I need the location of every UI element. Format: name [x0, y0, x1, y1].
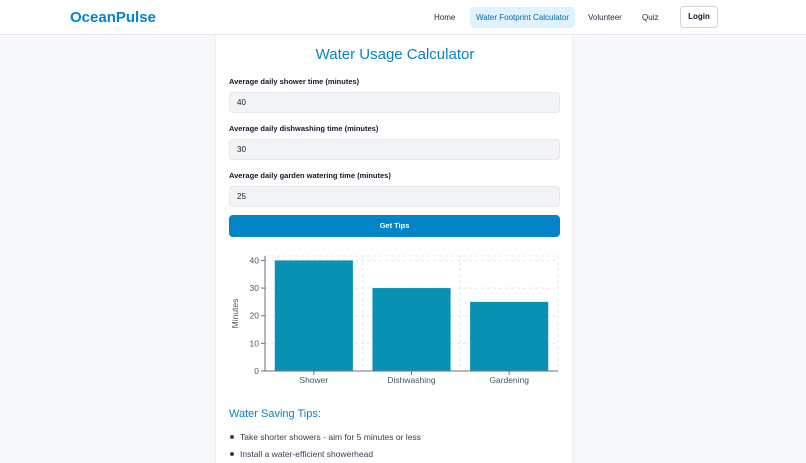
login-button[interactable]: Login	[680, 6, 718, 28]
x-tick-label: Shower	[299, 375, 328, 385]
tips-list: Take shorter showers - aim for 5 minutes…	[229, 432, 421, 463]
x-tick-label: Dishwashing	[387, 375, 435, 385]
y-tick-label: 10	[250, 338, 260, 348]
nav-home[interactable]: Home	[428, 7, 461, 28]
y-tick-label: 30	[250, 283, 260, 293]
bar-gardening	[470, 301, 549, 371]
garden-watering-time-input[interactable]: 25	[229, 186, 560, 207]
nav-quiz[interactable]: Quiz	[636, 7, 664, 28]
garden-watering-time-label: Average daily garden watering time (minu…	[229, 171, 391, 180]
y-axis-label: Minutes	[230, 299, 240, 329]
tips-heading: Water Saving Tips:	[229, 408, 321, 420]
calculator-card: Water Usage Calculator Average daily sho…	[215, 35, 573, 463]
page-title: Water Usage Calculator	[315, 46, 475, 63]
get-tips-button[interactable]: Get Tips	[229, 215, 560, 237]
bar-shower	[274, 260, 353, 371]
water-usage-bar-chart: 0 10 20 30 40 Shower Dishwashing Gardening Minut…	[230, 255, 559, 385]
nav-water-footprint-calculator[interactable]: Water Footprint Calculator	[470, 7, 576, 28]
y-tick-label: 20	[250, 311, 260, 321]
top-navbar: OceanPulse Home Water Footprint Calculat…	[0, 0, 806, 35]
nav-volunteer[interactable]: Volunteer	[582, 7, 628, 28]
tip-item: Take shorter showers - aim for 5 minutes…	[229, 432, 421, 449]
y-tick-label: 40	[250, 255, 260, 265]
dishwashing-time-label: Average daily dishwashing time (minutes)	[229, 124, 379, 133]
bar-dishwashing	[372, 288, 451, 371]
shower-time-label: Average daily shower time (minutes)	[229, 77, 360, 86]
x-tick-label: Gardening	[489, 375, 529, 385]
y-tick-label: 0	[254, 366, 259, 376]
dishwashing-time-input[interactable]: 30	[229, 139, 560, 160]
tip-item: Install a water-efficient showerhead	[229, 449, 421, 463]
shower-time-input[interactable]: 40	[229, 92, 560, 113]
brand-logo[interactable]: OceanPulse	[70, 9, 156, 26]
